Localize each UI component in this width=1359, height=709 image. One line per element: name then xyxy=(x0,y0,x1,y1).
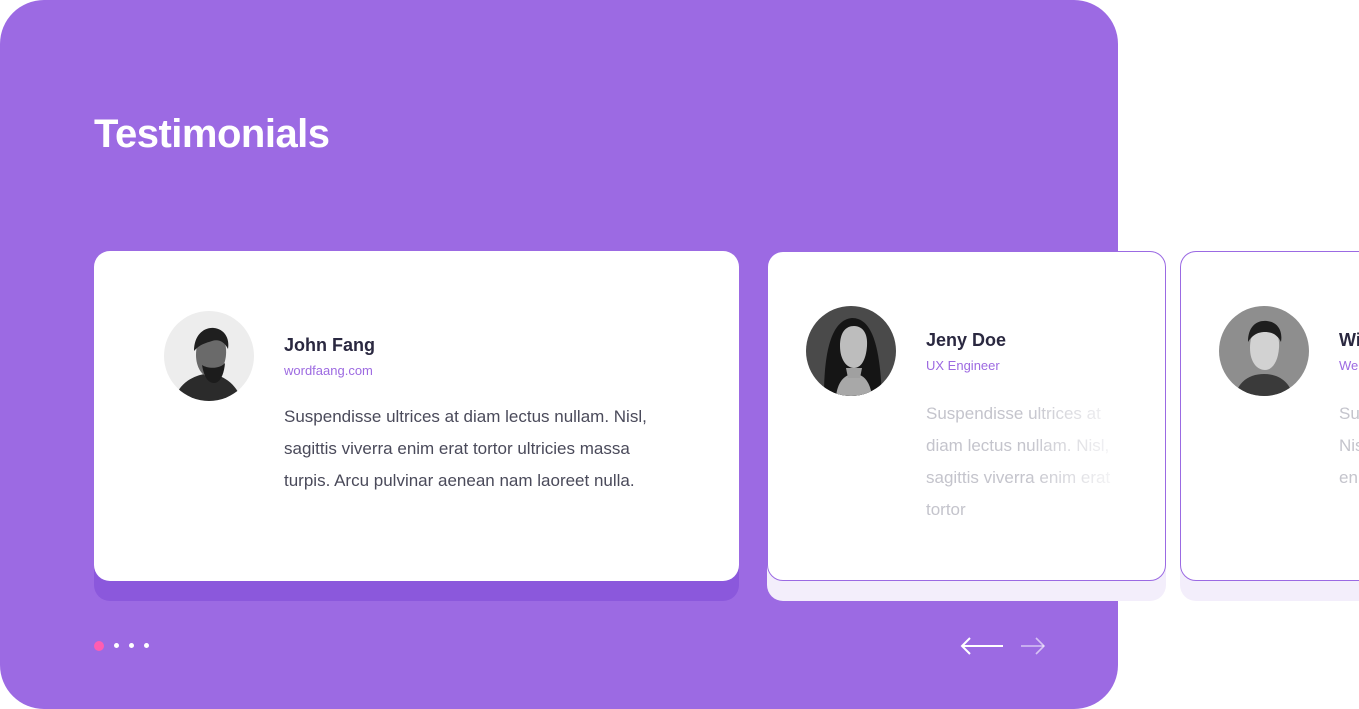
arrow-left-icon xyxy=(960,637,1003,655)
avatar-john-fang xyxy=(164,311,254,401)
next-button[interactable] xyxy=(1020,634,1046,658)
testimonial-role: We xyxy=(1339,358,1359,373)
testimonial-card-john-fang[interactable]: John Fang wordfaang.com Suspendisse ultr… xyxy=(94,251,739,581)
pagination-dot-3[interactable] xyxy=(129,643,134,648)
pagination-dot-2[interactable] xyxy=(114,643,119,648)
testimonial-name: Jeny Doe xyxy=(926,330,1007,350)
testimonial-quote: Su at Nis en xyxy=(1339,404,1359,487)
prev-button[interactable] xyxy=(960,634,1004,658)
avatar-jeny-doe xyxy=(806,306,896,396)
testimonial-quote: Suspendisse ultrices at diam lectus null… xyxy=(284,407,647,490)
testimonial-name: Wi xyxy=(1339,330,1359,350)
arrow-right-icon xyxy=(1021,637,1046,655)
pagination-dot-1[interactable] xyxy=(94,641,104,651)
testimonial-card-jeny-doe[interactable]: Jeny Doe UX Engineer Suspendisse ultrice… xyxy=(767,251,1166,581)
testimonial-card-3[interactable]: Wi We Su at Nis en xyxy=(1180,251,1359,581)
testimonial-name: John Fang xyxy=(284,335,375,355)
testimonial-link[interactable]: wordfaang.com xyxy=(284,363,373,378)
section-title: Testimonials xyxy=(94,112,330,156)
testimonial-role: UX Engineer xyxy=(926,358,1000,373)
testimonial-quote: Suspendisse ultrices at diam lectus null… xyxy=(926,404,1111,519)
pagination-dot-4[interactable] xyxy=(144,643,149,648)
avatar-young-man xyxy=(1219,306,1309,396)
